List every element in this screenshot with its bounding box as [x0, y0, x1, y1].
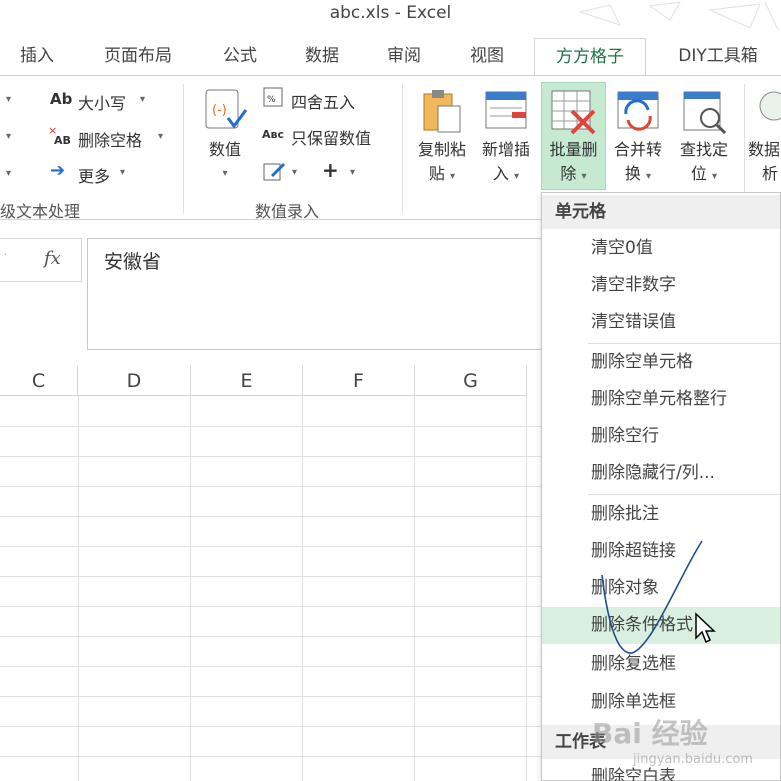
number-group-label: 数值录入	[255, 202, 320, 221]
case-icon: Ab	[50, 90, 73, 108]
tab-formulas[interactable]: 公式	[208, 38, 272, 76]
column-header-g[interactable]: G	[415, 366, 527, 396]
plus-icon[interactable]: +	[322, 158, 339, 182]
svg-text:AB: AB	[54, 134, 71, 146]
insert-label-2: 入 ▾	[492, 164, 520, 183]
chevron-down-icon: ▾	[646, 171, 652, 182]
column-header-d[interactable]: D	[78, 366, 191, 396]
batch-delete-menu: 单元格 清空0值 清空非数字 清空错误值 删除空单元格 删除空单元格整行 删除空…	[541, 192, 781, 781]
chevron-down-icon[interactable]: ▾	[292, 167, 297, 178]
column-header-f[interactable]: F	[303, 366, 415, 396]
remove-space-icon: × AB	[48, 124, 71, 146]
find-label-1: 查找定	[679, 140, 728, 159]
number-value-icon: (-)	[205, 89, 248, 129]
chevron-down-icon: ▾	[712, 171, 718, 182]
keep-value-button[interactable]: 只保留数值	[291, 125, 371, 149]
tab-page-layout[interactable]: 页面布局	[92, 38, 184, 76]
paste-label-2: 贴 ▾	[428, 164, 456, 183]
batch-delete-label-1: 批量删	[549, 140, 598, 159]
column-header-e[interactable]: E	[191, 366, 303, 396]
batch-delete-button[interactable]: 批量删 除 ▾	[541, 82, 606, 190]
chevron-down-icon[interactable]: ▾	[158, 131, 163, 142]
title-decoration	[578, 1, 779, 31]
case-button[interactable]: 大小写	[78, 90, 126, 114]
group-divider	[402, 84, 403, 214]
number-value-button[interactable]: 数值 ▾	[198, 138, 252, 186]
batch-delete-icon	[551, 90, 596, 135]
ribbon-tabs: 插入 页面布局 公式 数据 审阅 视图 方方格子 DIY工具箱	[0, 38, 781, 76]
find-button[interactable]: 查找定 位 ▾	[672, 138, 736, 189]
insert-button[interactable]: 新增插 入 ▾	[474, 138, 538, 189]
menu-item-delete-empty-rows[interactable]: 删除空行	[542, 418, 780, 455]
paste-label-1: 复制粘	[417, 140, 466, 159]
tab-review[interactable]: 审阅	[372, 38, 436, 76]
tab-data[interactable]: 数据	[290, 38, 354, 76]
fx-icon[interactable]: fx	[44, 248, 61, 269]
find-locate-icon	[683, 91, 727, 135]
annotation-stroke	[601, 540, 703, 654]
chevron-down-icon: ▾	[222, 168, 228, 179]
watermark-logo: Bai 经验	[592, 717, 708, 750]
edit-icon[interactable]	[262, 160, 288, 184]
data-analysis-label-1: 数据	[748, 140, 781, 159]
remove-space-button[interactable]: 删除空格	[78, 127, 142, 151]
arrow-right-icon: ➔	[50, 160, 66, 181]
menu-separator	[588, 494, 780, 495]
group-divider	[183, 84, 184, 214]
mouse-cursor-icon	[695, 612, 716, 644]
menu-item-delete-empty-cell-rows[interactable]: 删除空单元格整行	[542, 381, 780, 418]
tab-view[interactable]: 视图	[455, 38, 519, 76]
tab-fangfang[interactable]: 方方格子	[534, 38, 646, 76]
number-value-label: 数值	[208, 140, 241, 159]
chevron-down-icon[interactable]: ▾	[6, 94, 11, 105]
keep-value-icon: Aʙc	[262, 128, 284, 141]
more-button[interactable]: 更多	[78, 163, 110, 187]
batch-delete-label-2: 除 ▾	[560, 164, 587, 183]
chevron-down-icon: ▾	[581, 171, 587, 182]
svg-text:(-): (-)	[212, 103, 227, 118]
menu-section-cells: 单元格	[542, 195, 780, 229]
column-header-c[interactable]: C	[0, 366, 78, 396]
data-analysis-icon	[759, 91, 781, 121]
merge-convert-icon	[617, 91, 659, 131]
insert-label-1: 新增插	[481, 140, 530, 159]
data-analysis-button[interactable]: 数据 析	[748, 138, 781, 186]
merge-label-2: 换 ▾	[624, 164, 652, 183]
tab-diy-toolbox[interactable]: DIY工具箱	[662, 38, 774, 76]
menu-item-delete-empty-cells[interactable]: 删除空单元格	[542, 344, 780, 381]
formula-value: 安徽省	[104, 251, 162, 273]
menu-item-clear-errors[interactable]: 清空错误值	[542, 304, 780, 341]
insert-rows-icon	[485, 91, 527, 129]
title-bar: abc.xls - Excel	[0, 0, 781, 31]
chevron-down-icon: ▾	[450, 171, 456, 182]
merge-button[interactable]: 合并转 换 ▾	[606, 138, 670, 189]
round-button[interactable]: 四舍五入	[291, 89, 355, 113]
watermark-url: jingyan.baidu.com	[633, 752, 753, 767]
menu-item-delete-hidden-rows-cols[interactable]: 删除隐藏行/列...	[542, 455, 780, 492]
dots-icon: ·	[4, 250, 8, 261]
paste-button[interactable]: 复制粘 贴 ▾	[410, 138, 474, 189]
svg-text:%: %	[267, 95, 276, 105]
clipboard-paste-icon	[423, 90, 461, 133]
text-group-label: 级文本处理	[0, 202, 81, 221]
chevron-down-icon[interactable]: ▾	[6, 168, 11, 179]
chevron-down-icon[interactable]: ▾	[120, 167, 125, 178]
chevron-down-icon: ▾	[514, 171, 520, 182]
menu-item-delete-comments[interactable]: 删除批注	[542, 496, 780, 533]
chevron-down-icon[interactable]: ▾	[140, 94, 145, 105]
merge-label-1: 合并转	[613, 140, 662, 159]
data-analysis-label-2: 析	[762, 164, 779, 183]
chevron-down-icon[interactable]: ▾	[350, 167, 355, 178]
menu-item-clear-zero[interactable]: 清空0值	[542, 230, 780, 267]
menu-item-clear-non-numeric[interactable]: 清空非数字	[542, 267, 780, 304]
find-label-2: 位 ▾	[690, 164, 718, 183]
round-icon: %	[263, 87, 283, 107]
chevron-down-icon[interactable]: ▾	[6, 131, 11, 142]
formula-controls	[0, 238, 82, 282]
tab-insert[interactable]: 插入	[8, 38, 66, 76]
